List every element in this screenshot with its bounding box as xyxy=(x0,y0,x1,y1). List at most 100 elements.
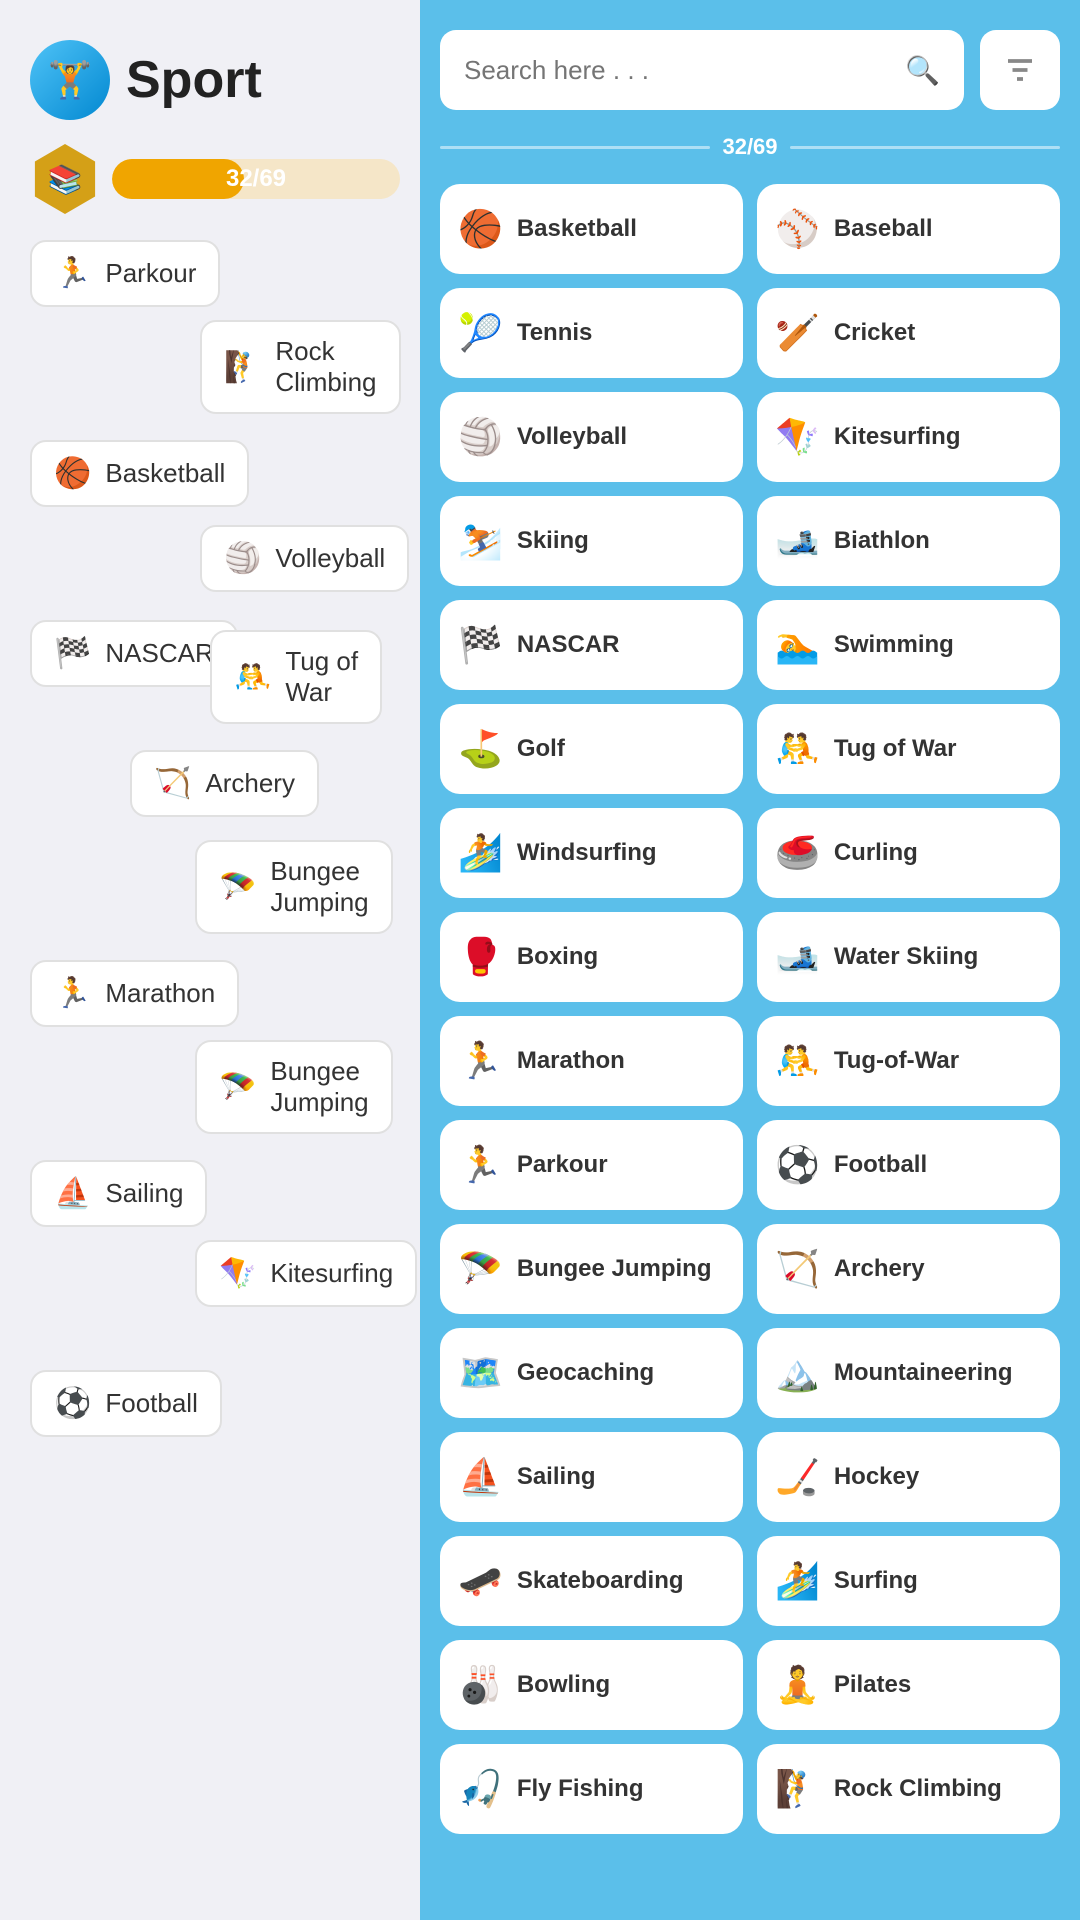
geocaching-label: Geocaching xyxy=(517,1359,654,1388)
left-sport-nascar[interactable]: 🏁 NASCAR xyxy=(30,620,238,687)
windsurfing-label: Windsurfing xyxy=(517,839,657,868)
skiing-emoji: ⛷️ xyxy=(458,520,503,562)
grid-item-volleyball[interactable]: 🏐 Volleyball xyxy=(440,392,743,482)
tug-of-war-icon: 🤼 xyxy=(234,660,271,695)
bungee-jumping2-label: BungeeJumping xyxy=(270,1056,368,1118)
progress-section: 📚 32/69 xyxy=(30,144,400,214)
cricket-emoji: 🏏 xyxy=(775,312,820,354)
grid-item-skiing[interactable]: ⛷️Skiing xyxy=(440,496,743,586)
grid-item-golf[interactable]: ⛳Golf xyxy=(440,704,743,794)
grid-item-tennis[interactable]: 🎾Tennis xyxy=(440,288,743,378)
baseball-label: Baseball xyxy=(834,215,933,244)
grid-item-fly-fishing[interactable]: 🎣Fly Fishing xyxy=(440,1744,743,1834)
grid-item-rock-climbing[interactable]: 🧗Rock Climbing xyxy=(757,1744,1060,1834)
progress-text: 32/69 xyxy=(226,165,286,193)
grid-item-nascar[interactable]: 🏁NASCAR xyxy=(440,600,743,690)
grid-item-swimming[interactable]: 🏊Swimming xyxy=(757,600,1060,690)
grid-item-football[interactable]: ⚽Football xyxy=(757,1120,1060,1210)
volleyball-label: Volleyball xyxy=(517,423,627,452)
cricket-label: Cricket xyxy=(834,319,915,348)
grid-item-archery[interactable]: 🏹Archery xyxy=(757,1224,1060,1314)
volleyball-emoji: 🏐 xyxy=(458,416,503,458)
filter-button[interactable] xyxy=(980,30,1060,110)
left-sport-bungee-jumping[interactable]: 🪂 BungeeJumping xyxy=(195,840,393,934)
nascar-emoji: 🏁 xyxy=(458,624,503,666)
archery-emoji: 🏹 xyxy=(775,1248,820,1290)
archery-label: Archery xyxy=(205,768,295,799)
left-sport-bungee-jumping2[interactable]: 🪂 BungeeJumping xyxy=(195,1040,393,1134)
search-icon: 🔍 xyxy=(905,54,940,87)
water-skiing-label: Water Skiing xyxy=(834,943,978,972)
geocaching-emoji: 🗺️ xyxy=(458,1352,503,1394)
bungee-jumping2-icon: 🪂 xyxy=(219,1070,256,1105)
football-label: Football xyxy=(105,1388,198,1419)
grid-item-windsurfing[interactable]: 🏄Windsurfing xyxy=(440,808,743,898)
grid-item-hockey[interactable]: 🏒Hockey xyxy=(757,1432,1060,1522)
left-sport-archery[interactable]: 🏹 Archery xyxy=(130,750,319,817)
grid-item-boxing[interactable]: 🥊Boxing xyxy=(440,912,743,1002)
basketball-icon: 🏀 xyxy=(54,456,91,491)
football-emoji: ⚽ xyxy=(775,1144,820,1186)
grid-item-cricket[interactable]: 🏏 Cricket xyxy=(757,288,1060,378)
sailing-label: Sailing xyxy=(517,1463,596,1492)
grid-item-tug-of-war2[interactable]: 🤼 Tug-of-War xyxy=(757,1016,1060,1106)
left-sport-tug-of-war[interactable]: 🤼 Tug ofWar xyxy=(210,630,382,724)
archery-icon: 🏹 xyxy=(154,766,191,801)
left-sport-sailing[interactable]: ⛵ Sailing xyxy=(30,1160,207,1227)
progress-line-right xyxy=(790,146,1060,149)
tug-of-war2-emoji: 🤼 xyxy=(775,1040,820,1082)
pilates-label: Pilates xyxy=(834,1671,911,1700)
left-sport-parkour[interactable]: 🏃 Parkour xyxy=(30,240,220,307)
grid-item-baseball[interactable]: ⚾Baseball xyxy=(757,184,1060,274)
fly-fishing-label: Fly Fishing xyxy=(517,1775,644,1804)
curling-label: Curling xyxy=(834,839,918,868)
kitesurfing-emoji: 🪁 xyxy=(775,416,820,458)
app-icon: 🏋️ xyxy=(30,40,110,120)
left-sport-basketball[interactable]: 🏀 Basketball xyxy=(30,440,249,507)
grid-item-geocaching[interactable]: 🗺️ Geocaching xyxy=(440,1328,743,1418)
search-input[interactable] xyxy=(464,55,893,86)
grid-item-pilates[interactable]: 🧘Pilates xyxy=(757,1640,1060,1730)
left-panel: 🏋️ Sport 📚 32/69 🏃 Parkour 🧗 RockClimbin… xyxy=(0,0,420,1920)
grid-item-water-skiing[interactable]: 🎿Water Skiing xyxy=(757,912,1060,1002)
bungee-jumping-emoji: 🪂 xyxy=(458,1248,503,1290)
tug-of-war2-label: Tug-of-War xyxy=(834,1047,959,1076)
left-sport-football[interactable]: ⚽ Football xyxy=(30,1370,222,1437)
grid-item-bowling[interactable]: 🎳Bowling xyxy=(440,1640,743,1730)
left-sport-rock-climbing[interactable]: 🧗 RockClimbing xyxy=(200,320,401,414)
kitesurfing-label: Kitesurfing xyxy=(270,1258,393,1289)
hockey-emoji: 🏒 xyxy=(775,1456,820,1498)
left-sport-marathon[interactable]: 🏃 Marathon xyxy=(30,960,239,1027)
parkour-emoji: 🏃 xyxy=(458,1144,503,1186)
grid-item-marathon[interactable]: 🏃Marathon xyxy=(440,1016,743,1106)
grid-item-sailing[interactable]: ⛵Sailing xyxy=(440,1432,743,1522)
grid-item-kitesurfing[interactable]: 🪁 Kitesurfing xyxy=(757,392,1060,482)
grid-item-parkour[interactable]: 🏃Parkour xyxy=(440,1120,743,1210)
grid-item-tug-of-war[interactable]: 🤼Tug of War xyxy=(757,704,1060,794)
grid-item-mountaineering[interactable]: 🏔️Mountaineering xyxy=(757,1328,1060,1418)
header-section: 🏋️ Sport xyxy=(30,40,400,120)
surfing-emoji: 🏄 xyxy=(775,1560,820,1602)
grid-item-basketball[interactable]: 🏀Basketball xyxy=(440,184,743,274)
grid-item-biathlon[interactable]: 🎿Biathlon xyxy=(757,496,1060,586)
bungee-jumping-icon: 🪂 xyxy=(219,870,256,905)
bungee-jumping-label: BungeeJumping xyxy=(270,856,368,918)
grid-item-skateboarding[interactable]: 🛹Skateboarding xyxy=(440,1536,743,1626)
left-sport-volleyball[interactable]: 🏐 Volleyball xyxy=(200,525,409,592)
swimming-label: Swimming xyxy=(834,631,954,660)
basketball-label: Basketball xyxy=(517,215,637,244)
tennis-emoji: 🎾 xyxy=(458,312,503,354)
tug-of-war-label: Tug ofWar xyxy=(285,646,358,708)
nascar-icon: 🏁 xyxy=(54,636,91,671)
hexagon-badge: 📚 xyxy=(30,144,100,214)
basketball-label: Basketball xyxy=(105,458,225,489)
rock-climbing-icon: 🧗 xyxy=(224,350,261,385)
grid-item-curling[interactable]: 🥌Curling xyxy=(757,808,1060,898)
search-input-container[interactable]: 🔍 xyxy=(440,30,964,110)
rock-climbing-label: Rock Climbing xyxy=(834,1775,1002,1804)
right-panel: 🔍 32/69 🏀Basketball⚾Baseball🎾Tennis🏏Cric… xyxy=(420,0,1080,1920)
grid-item-surfing[interactable]: 🏄Surfing xyxy=(757,1536,1060,1626)
left-sport-kitesurfing[interactable]: 🪁 Kitesurfing xyxy=(195,1240,417,1307)
kitesurfing-label: Kitesurfing xyxy=(834,423,961,452)
grid-item-bungee-jumping[interactable]: 🪂Bungee Jumping xyxy=(440,1224,743,1314)
